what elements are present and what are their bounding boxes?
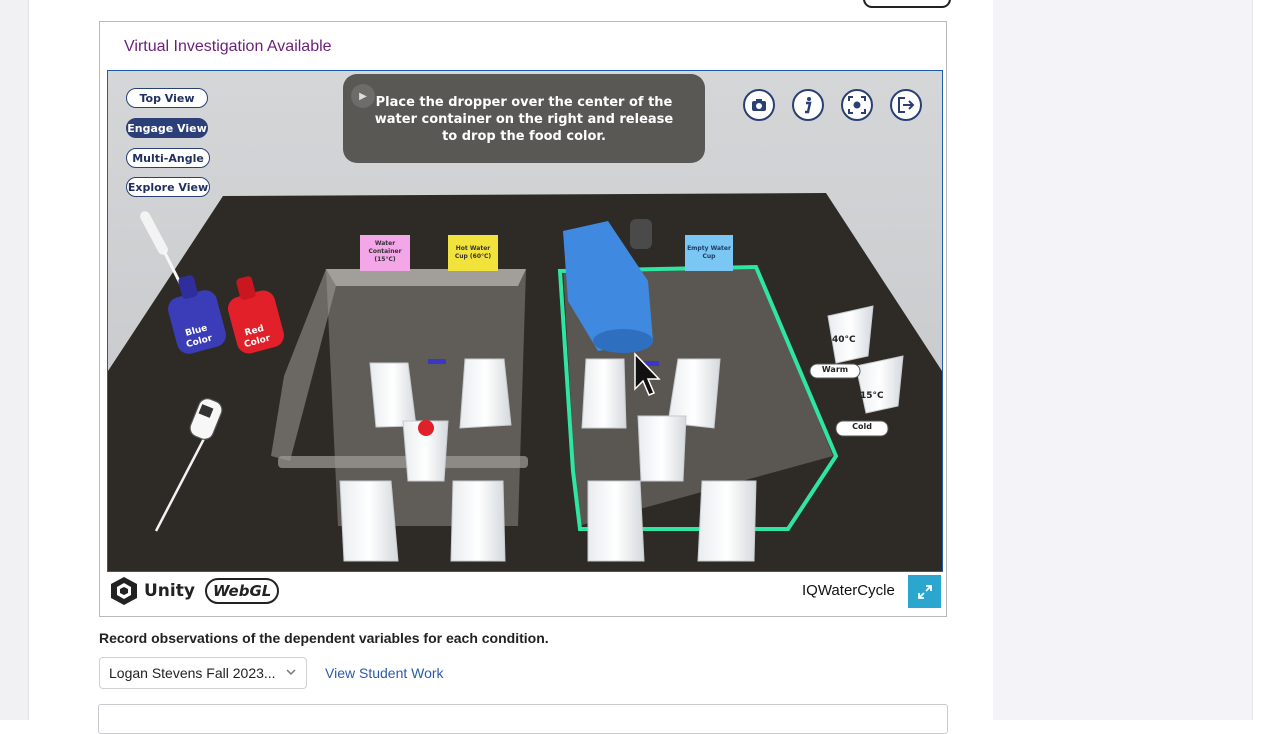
water-container-label: Water Container (15°C) bbox=[368, 240, 402, 263]
multi-angle-button[interactable]: Multi-Angle bbox=[126, 148, 210, 168]
unity-footer: Unity WebGL IQWaterCycle bbox=[100, 572, 946, 616]
view-student-work-link[interactable]: View Student Work bbox=[325, 665, 444, 681]
expand-icon bbox=[917, 584, 932, 599]
student-select[interactable]: Logan Stevens Fall 2023... bbox=[99, 657, 307, 689]
temp-40-label: 40°C bbox=[832, 335, 856, 345]
exit-icon bbox=[898, 97, 915, 113]
engage-view-button[interactable]: Engage View bbox=[126, 118, 208, 138]
screenshot-icon bbox=[848, 96, 866, 114]
empty-water-cup-label: Empty Water Cup bbox=[687, 245, 731, 260]
speaker-icon[interactable]: ▶ bbox=[351, 84, 375, 108]
camera-icon bbox=[752, 99, 766, 111]
right-strip bbox=[1252, 0, 1280, 720]
right-panel bbox=[993, 0, 1252, 720]
card-title: Virtual Investigation Available bbox=[124, 38, 332, 55]
observation-prompt: Record observations of the dependent var… bbox=[99, 630, 549, 646]
exit-button[interactable] bbox=[890, 89, 922, 121]
fullscreen-button[interactable] bbox=[908, 575, 941, 608]
screenshot-button[interactable] bbox=[841, 89, 873, 121]
app-name: IQWaterCycle bbox=[802, 582, 895, 599]
student-select-value: Logan Stevens Fall 2023... bbox=[109, 665, 276, 681]
camera-button[interactable] bbox=[743, 89, 775, 121]
chevron-down-icon bbox=[286, 669, 296, 676]
instruction-text: Place the dropper over the center of the… bbox=[374, 95, 674, 144]
cold-label: Cold bbox=[852, 422, 872, 431]
hot-water-cup-label: Hot Water Cup (60°C) bbox=[454, 245, 492, 260]
unity-cube-icon bbox=[111, 577, 137, 605]
top-view-button[interactable]: Top View bbox=[126, 88, 208, 108]
temp-15-label: 15°C bbox=[860, 391, 884, 401]
explore-view-button[interactable]: Explore View bbox=[126, 177, 210, 197]
left-gutter bbox=[0, 0, 28, 720]
unity-webgl-logo: Unity WebGL bbox=[110, 576, 280, 606]
unity-game-canvas[interactable]: Water Container (15°C) Hot Water Cup (60… bbox=[107, 70, 943, 572]
info-button[interactable] bbox=[792, 89, 824, 121]
warm-label: Warm bbox=[821, 365, 849, 374]
lab-table bbox=[108, 193, 942, 571]
top-button-partial[interactable] bbox=[863, 0, 951, 8]
webgl-wordmark: WebGL bbox=[204, 578, 280, 604]
instruction-panel: ▶ Place the dropper over the center of t… bbox=[343, 74, 705, 163]
red-drop bbox=[418, 420, 434, 436]
unity-wordmark: Unity bbox=[144, 581, 195, 601]
info-icon bbox=[805, 97, 812, 114]
response-box[interactable] bbox=[98, 704, 948, 734]
